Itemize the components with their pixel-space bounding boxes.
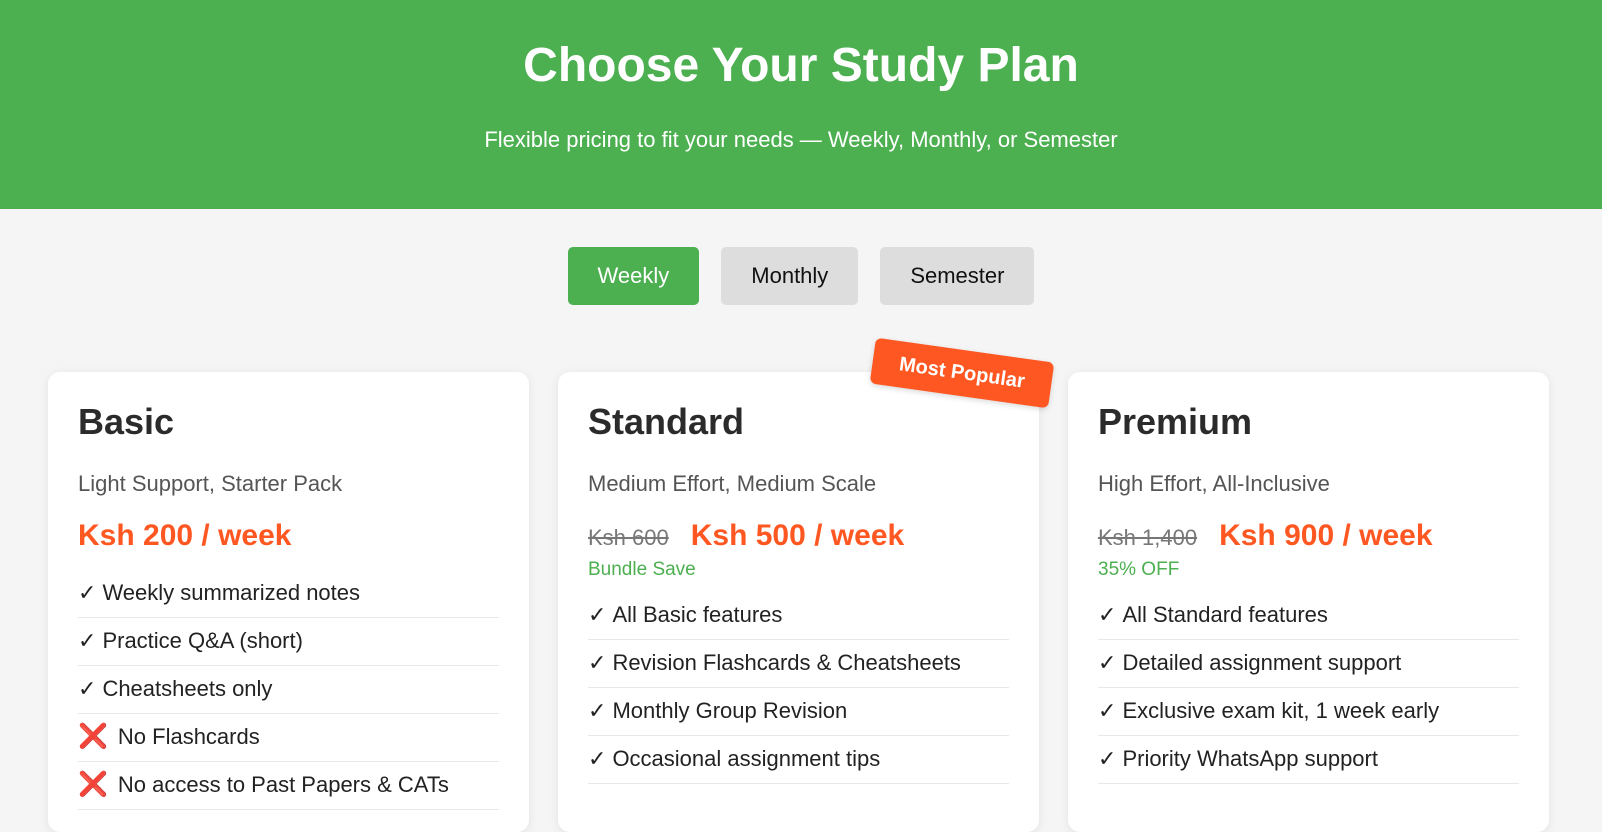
check-icon: ✓ xyxy=(588,602,607,627)
page-subtitle: Flexible pricing to fit your needs — Wee… xyxy=(484,127,1118,152)
feature-item: ✓ All Standard features xyxy=(1098,592,1519,640)
page-title: Choose Your Study Plan xyxy=(523,39,1079,92)
check-icon: ✓ xyxy=(1098,602,1117,627)
plan-tagline: High Effort, All-Inclusive xyxy=(1098,471,1330,496)
plan-price: Ksh 900 / week xyxy=(1219,519,1433,552)
plan-tagline: Light Support, Starter Pack xyxy=(78,471,343,496)
cross-icon: ❌ xyxy=(78,771,108,798)
feature-text: Detailed assignment support xyxy=(1122,650,1402,675)
feature-item: ✓ Occasional assignment tips xyxy=(588,736,1009,784)
feature-text: Cheatsheets only xyxy=(102,676,273,701)
original-price: Ksh 1,400 xyxy=(1098,525,1198,550)
feature-text: Monthly Group Revision xyxy=(612,698,848,723)
feature-item: ✓ Weekly summarized notes xyxy=(78,570,499,618)
original-price: Ksh 600 xyxy=(588,525,669,550)
price-row: Ksh 600 Ksh 500 / week xyxy=(588,516,1009,558)
feature-text: Priority WhatsApp support xyxy=(1122,746,1378,771)
check-icon: ✓ xyxy=(588,698,607,723)
feature-item: ✓ Monthly Group Revision xyxy=(588,688,1009,736)
plan-name: Basic xyxy=(78,401,175,442)
price-row: Ksh 200 / week xyxy=(78,516,499,556)
feature-text: All Standard features xyxy=(1122,602,1328,627)
billing-period-toggle: Weekly Monthly Semester xyxy=(0,247,1602,305)
check-icon: ✓ xyxy=(78,676,97,701)
check-icon: ✓ xyxy=(588,746,607,771)
monthly-tab[interactable]: Monthly xyxy=(721,247,859,305)
feature-item: ❌ No access to Past Papers & CATs xyxy=(78,762,499,810)
page-header: Choose Your Study Plan Flexible pricing … xyxy=(0,0,1602,209)
check-icon: ✓ xyxy=(78,580,97,605)
feature-text: No access to Past Papers & CATs xyxy=(117,772,449,797)
plan-price: Ksh 500 / week xyxy=(690,519,905,552)
feature-item: ✓ Detailed assignment support xyxy=(1098,640,1519,688)
check-icon: ✓ xyxy=(1098,746,1117,771)
feature-text: Revision Flashcards & Cheatsheets xyxy=(612,650,961,675)
feature-text: No Flashcards xyxy=(117,724,260,749)
plan-tagline: Medium Effort, Medium Scale xyxy=(588,471,877,496)
feature-item: ✓ Cheatsheets only xyxy=(78,666,499,714)
feature-item: ✓ All Basic features xyxy=(588,592,1009,640)
feature-item: ✓ Exclusive exam kit, 1 week early xyxy=(1098,688,1519,736)
feature-text: Weekly summarized notes xyxy=(102,580,361,605)
feature-item: ✓ Revision Flashcards & Cheatsheets xyxy=(588,640,1009,688)
feature-list: ✓ All Basic features ✓ Revision Flashcards… xyxy=(588,592,1009,784)
cross-icon: ❌ xyxy=(78,723,108,750)
weekly-tab[interactable]: Weekly xyxy=(567,247,700,305)
check-icon: ✓ xyxy=(588,650,607,675)
feature-list: ✓ All Standard features ✓ Detailed assignm… xyxy=(1098,592,1519,784)
feature-text: All Basic features xyxy=(612,602,783,627)
feature-item: ✓ Priority WhatsApp support xyxy=(1098,736,1519,784)
check-icon: ✓ xyxy=(78,628,97,653)
feature-text: Occasional assignment tips xyxy=(612,746,881,771)
feature-text: Exclusive exam kit, 1 week early xyxy=(1122,698,1440,723)
plan-name: Premium xyxy=(1098,401,1253,442)
check-icon: ✓ xyxy=(1098,650,1117,675)
feature-item: ❌ No Flashcards xyxy=(78,714,499,762)
price-row: Ksh 1,400 Ksh 900 / week xyxy=(1098,516,1519,558)
discount-note: Bundle Save xyxy=(588,559,696,580)
plan-card-basic: Basic Light Support, Starter Pack Ksh 20… xyxy=(48,372,529,832)
feature-list: ✓ Weekly summarized notes ✓ Practice Q&A (… xyxy=(78,570,499,810)
plan-name: Standard xyxy=(588,401,745,442)
feature-item: ✓ Practice Q&A (short) xyxy=(78,618,499,666)
plan-card-standard: Standard Medium Effort, Medium Scale Ksh… xyxy=(558,372,1039,832)
plan-card-premium: Premium High Effort, All-Inclusive Ksh 1… xyxy=(1068,372,1549,832)
feature-text: Practice Q&A (short) xyxy=(102,628,303,653)
plan-price: Ksh 200 / week xyxy=(78,519,292,552)
semester-tab[interactable]: Semester xyxy=(880,247,1035,305)
check-icon: ✓ xyxy=(1098,698,1117,723)
discount-note: 35% OFF xyxy=(1098,559,1180,580)
